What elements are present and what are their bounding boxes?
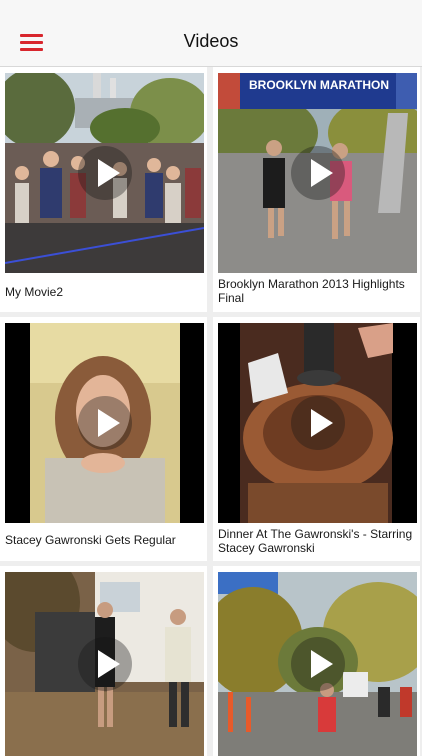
video-thumbnail (218, 323, 417, 523)
video-card[interactable] (213, 566, 420, 756)
video-card[interactable]: Stacey Gawronski Gets Regular (0, 317, 207, 561)
video-thumbnail (5, 323, 204, 523)
play-icon[interactable] (77, 396, 132, 450)
play-icon[interactable] (290, 146, 345, 200)
play-icon[interactable] (77, 637, 132, 691)
video-thumbnail (5, 73, 204, 273)
video-thumbnail (5, 572, 204, 756)
play-icon[interactable] (290, 396, 345, 450)
video-title: Dinner At The Gawronski's - Starring Sta… (218, 527, 413, 555)
video-thumbnail (218, 572, 417, 756)
video-title: My Movie2 (5, 285, 64, 299)
video-card[interactable]: BROOKLYN MARATHON Brooklyn Marathon 2013… (213, 67, 420, 312)
top-bar: Videos (0, 0, 422, 67)
play-icon[interactable] (77, 146, 132, 200)
play-icon[interactable] (290, 637, 345, 691)
video-card[interactable]: Dinner At The Gawronski's - Starring Sta… (213, 317, 420, 561)
video-card[interactable]: My Movie2 (0, 67, 207, 312)
video-card[interactable] (0, 566, 207, 756)
video-thumbnail: BROOKLYN MARATHON (218, 73, 417, 273)
page-title: Videos (183, 31, 239, 51)
video-title: Stacey Gawronski Gets Regular (5, 533, 176, 547)
video-title: Brooklyn Marathon 2013 Highlights Final (218, 277, 405, 305)
banner-text: BROOKLYN MARATHON (249, 78, 389, 92)
